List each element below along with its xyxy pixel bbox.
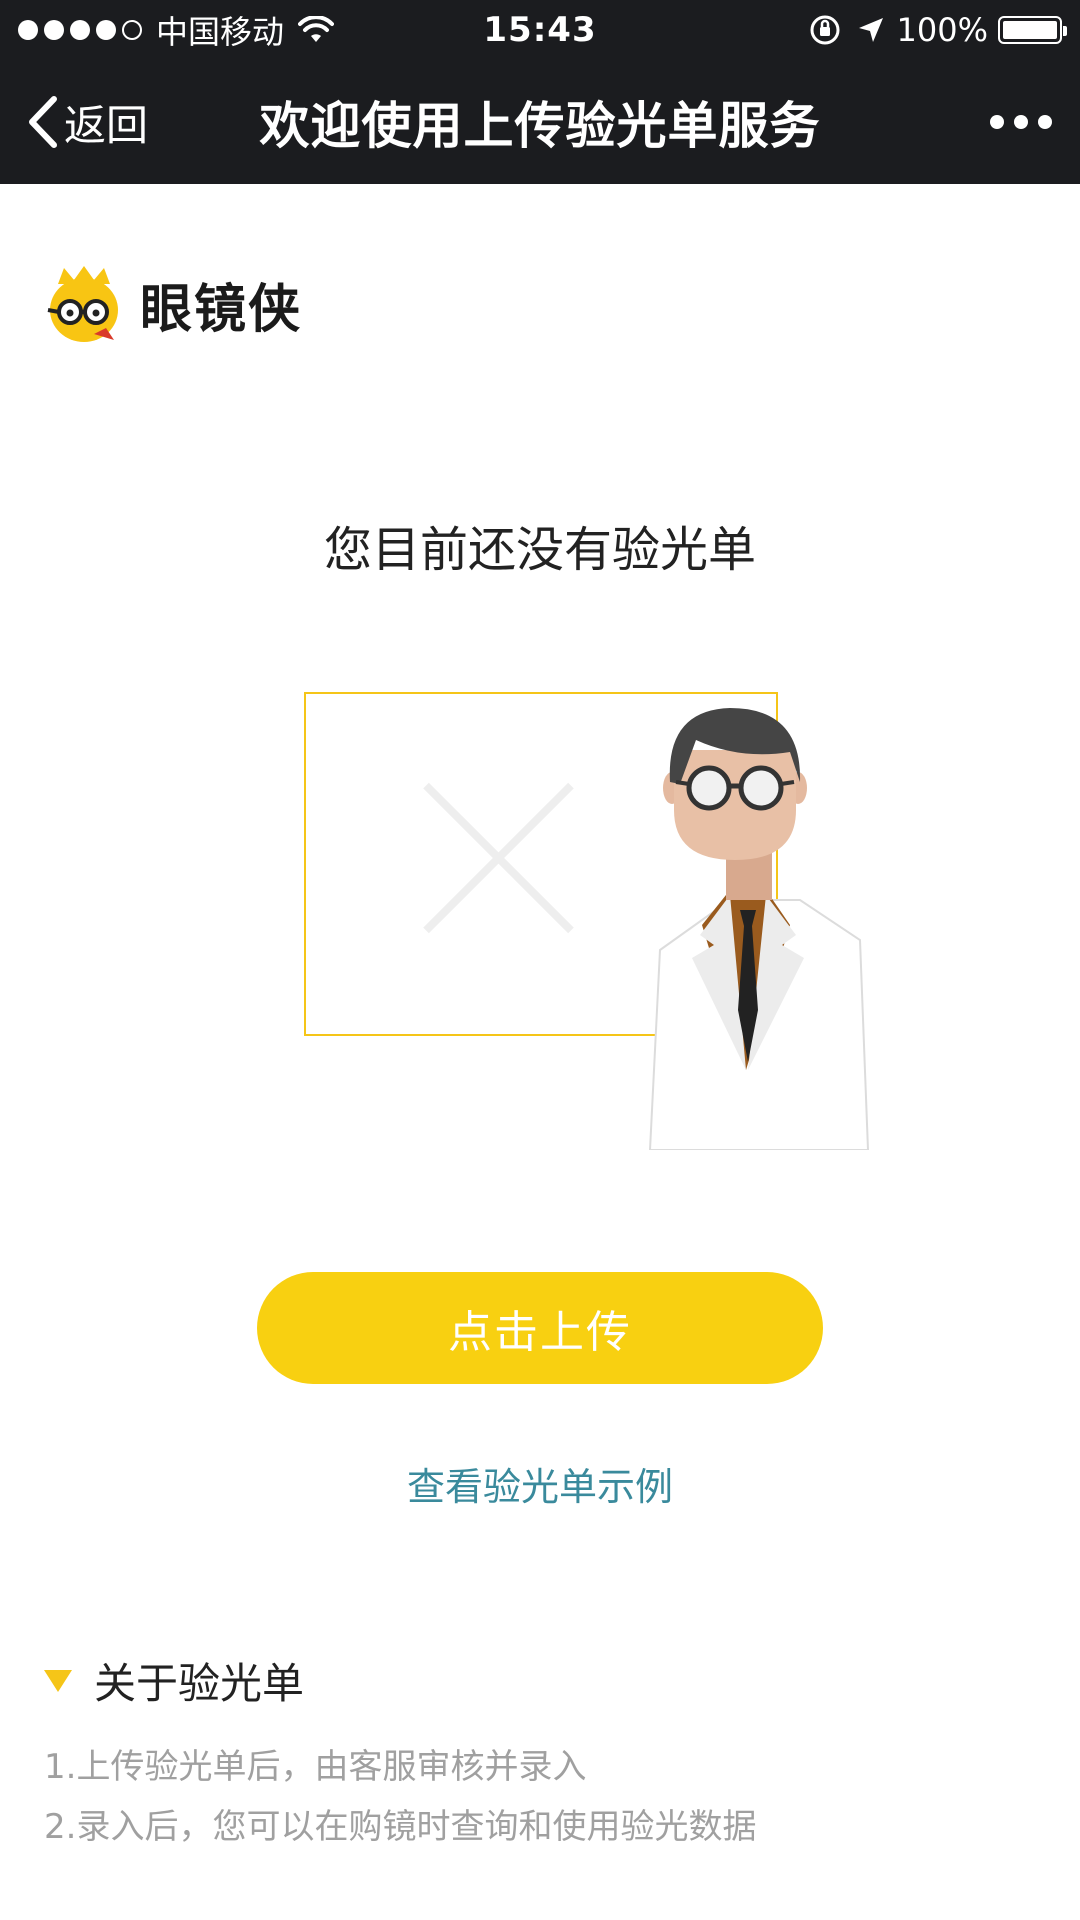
location-arrow-icon	[858, 18, 883, 42]
view-example-link[interactable]: 查看验光单示例	[0, 1456, 1080, 1511]
triangle-down-icon	[44, 1669, 72, 1692]
status-right: 100%	[809, 0, 1067, 60]
brand-logo: 眼镜侠	[44, 262, 302, 346]
page-title: 欢迎使用上传验光单服务	[259, 97, 821, 155]
about-section: 关于验光单 1.上传验光单后，由客服审核并录入 2.录入后，您可以在购镜时查询和…	[44, 1650, 1044, 1857]
status-bar: 中国移动 15:43 100%	[0, 0, 1080, 60]
brand-name: 眼镜侠	[140, 279, 303, 340]
mascot-logo-icon	[47, 266, 118, 342]
chevron-left-icon	[29, 96, 57, 148]
about-item: 1.上传验光单后，由客服审核并录入	[44, 1747, 587, 1787]
more-icon	[990, 115, 1004, 129]
nav-bar: 返回 欢迎使用上传验光单服务	[0, 60, 1080, 184]
page: 中国移动 15:43 100% 返回 欢迎使用上传验光单服务 眼镜侠 您目前还没…	[0, 0, 1080, 1920]
back-button[interactable]: 返回	[26, 60, 148, 184]
battery-level	[1003, 21, 1057, 39]
upload-button[interactable]: 点击上传	[257, 1272, 823, 1384]
doctor-illustration-icon	[648, 708, 870, 1150]
empty-illustration	[0, 690, 1080, 1150]
about-item: 2.录入后，您可以在购镜时查询和使用验光数据	[44, 1807, 757, 1847]
battery-percent: 100%	[896, 11, 988, 49]
battery-icon	[998, 16, 1067, 44]
back-label: 返回	[64, 100, 149, 150]
about-list: 1.上传验光单后，由客服审核并录入 2.录入后，您可以在购镜时查询和使用验光数据	[44, 1737, 1044, 1857]
empty-state-message: 您目前还没有验光单	[323, 522, 756, 578]
more-button[interactable]	[990, 60, 1052, 184]
about-header: 关于验光单	[44, 1650, 1044, 1711]
about-title: 关于验光单	[94, 1659, 305, 1708]
orientation-lock-icon	[810, 15, 840, 45]
